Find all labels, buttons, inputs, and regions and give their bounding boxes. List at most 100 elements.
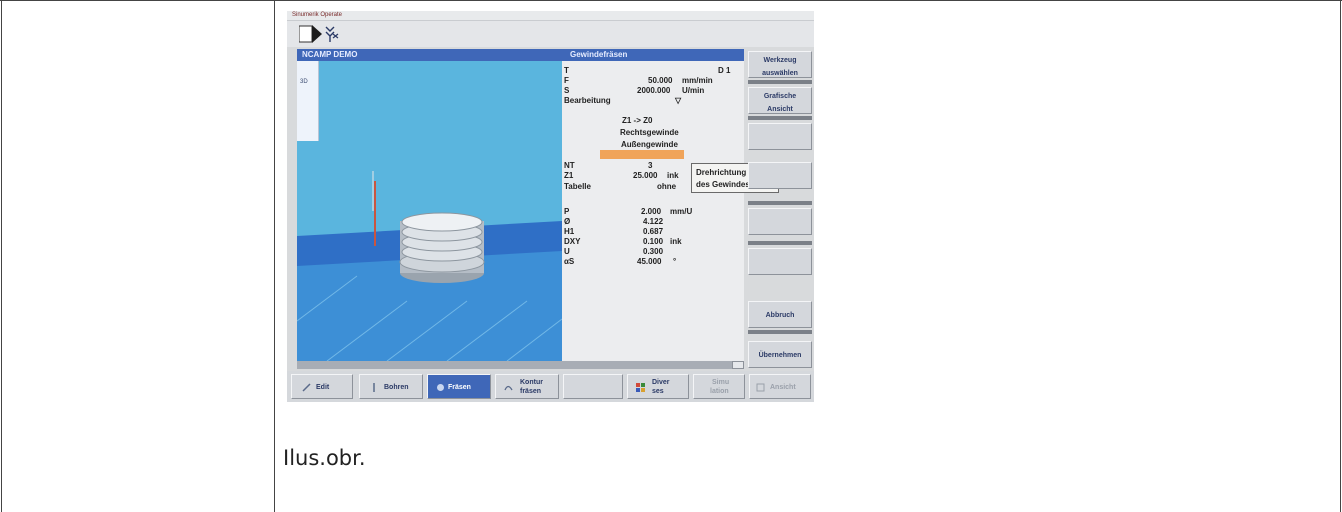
param-value[interactable]: 3 [648, 161, 652, 170]
param-label: DXY [564, 237, 581, 246]
param-value[interactable]: Außengewinde [621, 140, 678, 149]
param-value[interactable]: 50.000 [648, 76, 672, 85]
softkey-empty[interactable] [748, 123, 812, 150]
machine-mode-icon[interactable] [299, 23, 323, 45]
program-icon[interactable] [325, 25, 339, 43]
param-value[interactable]: ohne [657, 182, 676, 191]
softkey-label: lation [710, 388, 729, 395]
param-unit: D 1 [718, 66, 731, 75]
softkey-graphic-view[interactable]: Grafische Ansicht [748, 87, 812, 114]
drill-icon [373, 383, 375, 392]
param-unit: ° [673, 257, 677, 266]
param-value[interactable]: 0.300 [643, 247, 663, 256]
softkey-label: Übernehmen [758, 352, 802, 359]
table-left-border [1, 0, 2, 512]
param-label: Ø [564, 217, 571, 226]
figure-caption: Ilus.obr. [283, 446, 366, 470]
param-value[interactable]: 25.000 [633, 171, 657, 180]
window-title: Sinumerik Operate [292, 12, 343, 18]
program-header: NCAMP DEMO Gewindefräsen [297, 49, 744, 61]
softkey-separator [748, 241, 812, 245]
param-label: H1 [564, 227, 575, 236]
softkey-separator [748, 330, 812, 334]
softkey-label: Abbruch [765, 312, 795, 319]
softkey-empty[interactable] [563, 374, 623, 399]
param-value[interactable]: 2000.000 [637, 86, 670, 95]
cnc-screenshot: Sinumerik Operate NCAMP DEMO Gewindefräs… [287, 11, 814, 402]
param-value[interactable]: 0.100 [643, 237, 663, 246]
softkey-separator [748, 80, 812, 84]
view-tab-label: 3D [300, 79, 308, 85]
view-icon [756, 383, 765, 392]
param-label: Z1 [564, 171, 574, 180]
param-unit: ink [667, 171, 679, 180]
param-value[interactable]: Z1 -> Z0 [622, 116, 652, 125]
param-value[interactable]: 45.000 [637, 257, 661, 266]
param-label: T [564, 66, 569, 75]
softkey-empty[interactable] [748, 208, 812, 235]
param-dropdown[interactable]: ▽ [675, 96, 681, 105]
softkey-label: Fräsen [448, 384, 471, 391]
param-label: αS [564, 257, 575, 266]
program-name: NCAMP DEMO [302, 50, 358, 59]
window-titlebar: Sinumerik Operate [287, 11, 814, 21]
param-label: Tabelle [564, 182, 591, 191]
misc-icon [636, 383, 645, 392]
softkey-separator [748, 116, 812, 120]
param-value[interactable]: Rechtsgewinde [620, 128, 679, 137]
softkey-label: Grafische [763, 93, 797, 100]
softkey-contour-milling[interactable]: Kontur fräsen [495, 374, 559, 399]
softkey-label: Ansicht [770, 384, 796, 391]
tooltip-line-2: des Gewindes [696, 180, 750, 189]
softkey-edit[interactable]: Edit [291, 374, 353, 399]
softkey-empty[interactable] [748, 248, 812, 275]
param-label: Bearbeitung [564, 96, 611, 105]
mill-icon [437, 384, 444, 391]
param-label: NT [564, 161, 575, 170]
param-unit: mm/U [670, 207, 693, 216]
softkey-milling[interactable]: Fräsen [427, 374, 491, 399]
softkey-label: Edit [316, 384, 330, 391]
softkey-view[interactable]: Ansicht [749, 374, 811, 399]
softkey-label: fräsen [520, 388, 542, 395]
softkey-drilling[interactable]: Bohren [359, 374, 423, 399]
pencil-icon [302, 383, 311, 392]
param-value[interactable]: 0.687 [643, 227, 663, 236]
softkey-accept[interactable]: Übernehmen [748, 341, 812, 368]
scroll-right-button[interactable] [732, 361, 744, 369]
param-value[interactable]: 4.122 [643, 217, 663, 226]
3d-simulation-view[interactable] [297, 61, 562, 361]
param-label: F [564, 76, 569, 85]
tooltip-line-1: Drehrichtung [696, 168, 747, 177]
param-unit: ink [670, 237, 682, 246]
softkey-label: Bohren [384, 384, 409, 391]
param-value[interactable]: 2.000 [641, 207, 661, 216]
softkey-empty[interactable] [748, 162, 812, 189]
softkey-label: ses [652, 388, 664, 395]
softkey-simulation[interactable]: Simu lation [693, 374, 745, 399]
param-label: P [564, 207, 570, 216]
param-unit: U/min [682, 86, 705, 95]
top-toolbar [287, 21, 814, 47]
param-unit: mm/min [682, 76, 713, 85]
param-label: U [564, 247, 570, 256]
softkey-label: Werkzeug [763, 57, 797, 64]
table-top-border [0, 0, 1342, 1]
table-right-border [1340, 0, 1341, 512]
cycle-name: Gewindefräsen [570, 50, 628, 59]
table-column-divider [274, 0, 275, 512]
selected-field-highlight [600, 150, 684, 159]
softkey-label: Kontur [520, 379, 543, 386]
softkey-miscellaneous[interactable]: Diver ses [627, 374, 689, 399]
softkey-label: auswählen [762, 70, 798, 77]
param-label: S [564, 86, 570, 95]
softkey-label: Diver [652, 379, 670, 386]
contour-icon [504, 385, 513, 391]
softkey-separator [748, 201, 812, 205]
softkey-cancel[interactable]: Abbruch [748, 301, 812, 328]
view-tab[interactable]: 3D [297, 61, 319, 141]
softkey-label: Simu [712, 379, 730, 386]
softkey-select-tool[interactable]: Werkzeug auswählen [748, 51, 812, 78]
horizontal-scrollbar[interactable] [297, 361, 744, 369]
softkey-label: Ansicht [767, 106, 793, 113]
